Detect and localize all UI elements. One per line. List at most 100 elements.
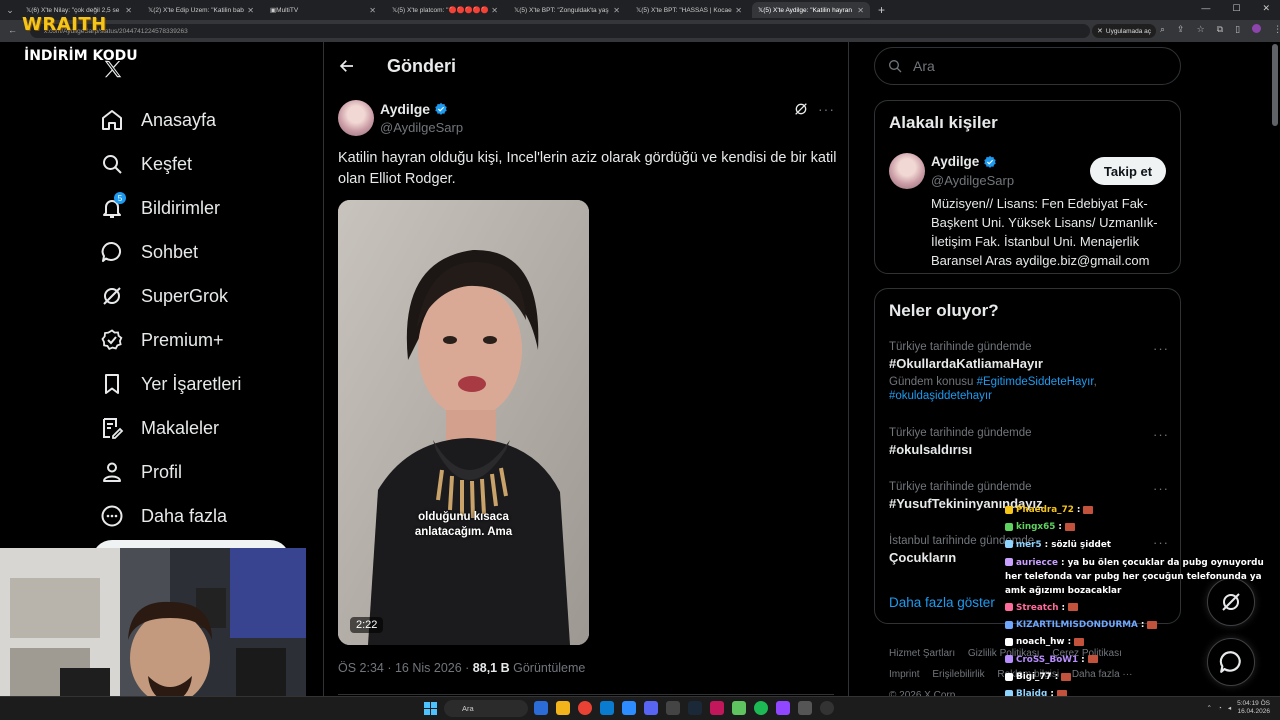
sidebar-item-premium[interactable]: Premium+ [100, 318, 241, 362]
maximize-button[interactable]: ☐ [1232, 3, 1240, 14]
footer-link[interactable]: Erişilebilirlik [932, 669, 984, 680]
tab-title: (5) X'te Aydilge: "Katilin hayran [763, 6, 852, 14]
sidebar-item-sohbet[interactable]: Sohbet [100, 230, 241, 274]
grok-icon [103, 287, 121, 305]
show-more-link[interactable]: Daha fazla göster [889, 595, 995, 610]
taskbar-chrome-icon[interactable] [578, 701, 592, 715]
sidebar-item-more[interactable]: Daha fazla [100, 494, 241, 538]
minimize-button[interactable]: — [1201, 3, 1210, 14]
promo-code-overlay: İNDİRİM KODU [24, 48, 138, 64]
taskbar-search[interactable]: Ara [444, 700, 528, 717]
sidebar-icon[interactable]: ▯ [1235, 24, 1240, 35]
volume-icon[interactable]: ◂ [1228, 704, 1231, 712]
tab-close-icon[interactable]: ✕ [125, 6, 132, 15]
taskbar-app-icon[interactable] [556, 701, 570, 715]
zoom-icon[interactable]: ⌕ [1160, 24, 1165, 35]
back-button[interactable] [338, 57, 356, 75]
browser-menu-icon[interactable]: ⋮ [1273, 24, 1280, 35]
sidebar-item-bildirimler[interactable]: 5 Bildirimler [100, 186, 241, 230]
tray-chevron-icon[interactable]: ⌃ [1206, 704, 1211, 712]
sidebar-item-profile[interactable]: Profil [100, 450, 241, 494]
author-name[interactable]: Aydilge [380, 101, 448, 117]
taskbar-app-icon[interactable] [534, 701, 548, 715]
tab-close-icon[interactable]: ✕ [857, 6, 864, 15]
taskbar-app-icon[interactable] [600, 701, 614, 715]
chat-separator: : [1057, 557, 1068, 568]
sidebar-item-bookmarks[interactable]: Yer İşaretleri [100, 362, 241, 406]
grok-icon[interactable] [793, 101, 809, 117]
tab-close-icon[interactable]: ✕ [613, 6, 620, 15]
post-timestamp[interactable]: ÖS 2:34 · 16 Nis 2026 · [338, 661, 473, 675]
post-more-icon[interactable]: ··· [818, 101, 835, 117]
taskbar-app-icon[interactable] [666, 701, 680, 715]
tab-search-button[interactable]: ⌄ [0, 0, 20, 20]
author-avatar[interactable] [338, 100, 374, 136]
chat-username: kingx65 [1016, 522, 1056, 533]
tab-close-icon[interactable]: ✕ [491, 6, 498, 15]
taskbar-app-icon[interactable] [710, 701, 724, 715]
post-text: Katilin hayran olduğu kişi, Incel'lerin … [338, 150, 837, 187]
taskbar-app-icon[interactable] [732, 701, 746, 715]
search-input[interactable]: Ara [874, 47, 1181, 85]
browser-tab[interactable]: 𝕏 (5) X'te BPT: "Zonguldak'ta yaş ✕ [508, 2, 626, 18]
tab-title: MultiTV [276, 6, 299, 14]
browser-tab[interactable]: ▣ MultiTV ✕ [264, 2, 382, 18]
chat-badge-icon [1005, 522, 1013, 531]
back-arrow-icon[interactable]: ← [8, 25, 17, 35]
tab-close-icon[interactable]: ✕ [735, 6, 742, 15]
trend-sub-link[interactable]: #okuldaşiddetehayır [889, 390, 992, 402]
footer-link[interactable]: Hizmet Şartları [889, 648, 955, 659]
trend-item[interactable]: Türkiye tarihinde gündemde #OkullardaKat… [889, 341, 1169, 403]
trend-item[interactable]: Türkiye tarihinde gündemde #okulsaldırıs… [889, 427, 1169, 457]
taskbar-steam-icon[interactable] [688, 701, 702, 715]
wifi-icon[interactable]: ◔ [1218, 705, 1222, 712]
trend-more-icon[interactable]: ··· [1153, 341, 1169, 356]
trend-more-icon[interactable]: ··· [1153, 427, 1169, 442]
new-tab-button[interactable]: + [878, 3, 885, 17]
browser-tab[interactable]: 𝕏 (5) X'te Aydilge: "Katilin hayran ✕ [752, 2, 870, 18]
post-video[interactable]: olduğunu kısaca anlatacağım. Ama 2:22 [338, 200, 589, 645]
url-field[interactable]: x.com/AydilgeSarp/status/204474122457833… [30, 24, 1090, 38]
bell-icon: 5 [100, 192, 126, 220]
open-in-app-button[interactable]: ✕ Uygulamada aç [1092, 24, 1157, 38]
search-placeholder: Ara [913, 58, 935, 74]
profile-avatar-icon[interactable] [1252, 24, 1262, 33]
taskbar-app-icon[interactable] [776, 701, 790, 715]
windows-start-icon[interactable] [424, 702, 437, 715]
trend-more-icon[interactable]: ··· [1153, 481, 1169, 496]
share-icon[interactable]: ⇪ [1177, 24, 1185, 35]
related-handle[interactable]: @AydilgeSarp [931, 173, 1014, 188]
sidebar-item-kesfet[interactable]: Keşfet [100, 142, 241, 186]
footer-link[interactable]: Imprint [889, 669, 920, 680]
browser-tab[interactable]: 𝕏 (5) X'te platcom: "🔴🔴🔴🔴🔴 ✕ [386, 2, 504, 18]
sidebar-item-label: Makaleler [141, 417, 220, 438]
page-scrollbar[interactable] [1272, 44, 1278, 126]
sidebar-item-supergrok[interactable]: SuperGrok [100, 274, 241, 318]
tab-close-icon[interactable]: ✕ [369, 6, 376, 15]
chat-message: noach_hw : [1005, 634, 1275, 651]
sidebar-item-articles[interactable]: Makaleler [100, 406, 241, 450]
close-window-button[interactable]: ✕ [1262, 3, 1270, 14]
chat-separator: : [1055, 522, 1065, 533]
taskbar-discord-icon[interactable] [644, 701, 658, 715]
taskbar-spotify-icon[interactable] [754, 701, 768, 715]
taskbar-clock[interactable]: 5:04:19 ÖS 16.04.2026 [1237, 700, 1270, 716]
author-handle[interactable]: @AydilgeSarp [380, 120, 463, 135]
related-people-title: Alakalı kişiler [889, 113, 998, 132]
browser-tab[interactable]: 𝕏 (2) X'te Edip Üzem: "Katilin baba ✕ [142, 2, 260, 18]
star-icon[interactable]: ☆ [1197, 24, 1205, 35]
trend-sub-link[interactable]: #EgitimdeSiddeteHayır [977, 376, 1094, 388]
taskbar-app-icon[interactable] [622, 701, 636, 715]
sidebar-item-anasayfa[interactable]: Anasayfa [100, 98, 241, 142]
chat-username: Streatch [1016, 602, 1059, 613]
extensions-icon[interactable]: ⧉ [1217, 24, 1223, 35]
tab-close-icon[interactable]: ✕ [247, 6, 254, 15]
browser-tab[interactable]: 𝕏 (5) X'te BPT: "HASSAS | Kocaeli ✕ [630, 2, 748, 18]
related-avatar[interactable] [889, 153, 925, 189]
taskbar-app-icon[interactable] [820, 701, 834, 715]
related-name[interactable]: Aydilge [931, 154, 997, 169]
chat-message: CroSS_BoW1 : [1005, 652, 1275, 669]
follow-button[interactable]: Takip et [1090, 157, 1166, 185]
page-title: Gönderi [387, 56, 457, 76]
taskbar-app-icon[interactable] [798, 701, 812, 715]
